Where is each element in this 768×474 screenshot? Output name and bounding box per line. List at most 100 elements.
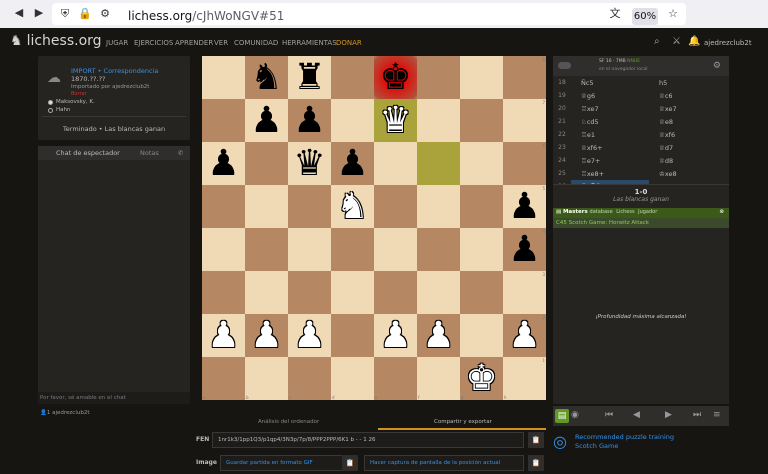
square-a3[interactable] — [202, 271, 245, 314]
menu-icon[interactable]: ≡ — [713, 410, 721, 420]
square-c8[interactable]: ♜ — [288, 56, 331, 99]
puzzle-subtitle[interactable]: Scotch Game — [575, 442, 618, 450]
square-h3[interactable]: 3 — [503, 271, 546, 314]
square-g1[interactable]: ♚ g — [460, 357, 503, 400]
square-c3[interactable] — [288, 271, 331, 314]
explorer-header[interactable]: ▤ Masters database Lichess Jugador ⊗ — [553, 208, 729, 218]
black-player-name[interactable]: Hahn — [56, 107, 70, 113]
chess-board[interactable]: ♞ ♜ ♚ 8 ♟ ♟ ♛ 7 ♟ ♛ ♟ 6 ♞ ♟ 5 ♟ 4 3 ♟ ♟ ♟ ♟ ♟ ♟ 2 a b c d e f ♚ g 1 h — [202, 56, 546, 400]
translate-icon[interactable]: 文 — [608, 7, 622, 21]
square-g3[interactable] — [460, 271, 503, 314]
square-e1[interactable]: e — [374, 357, 417, 400]
square-d3[interactable] — [331, 271, 374, 314]
bookmark-star-icon[interactable]: ☆ — [666, 7, 680, 21]
nav-play[interactable]: JUGAR — [106, 39, 128, 47]
notification-bell-icon[interactable]: 🔔 — [688, 36, 700, 47]
white-move[interactable]: ♖xe7 — [571, 105, 649, 113]
white-pawn-icon[interactable]: ♟ — [250, 314, 282, 357]
save-gif-button[interactable]: Guardar partida en formato GIF — [220, 455, 358, 471]
black-pawn-icon[interactable]: ♟ — [293, 99, 325, 142]
square-c1[interactable]: c — [288, 357, 331, 400]
square-b8[interactable]: ♞ — [245, 56, 288, 99]
tab-share-export[interactable]: Compartir y exportar — [434, 419, 492, 425]
black-move[interactable]: ♕xf6 — [649, 131, 727, 139]
square-d4[interactable] — [331, 228, 374, 271]
engine-toggle[interactable] — [558, 62, 571, 69]
white-pawn-icon[interactable]: ♟ — [207, 314, 239, 357]
black-king-icon[interactable]: ♚ — [379, 56, 411, 99]
url-bar[interactable]: ⛨ 🔒 ⚙ lichess.org/cJhWoNGV#51 文 60% ☆ — [52, 3, 686, 25]
shield-icon[interactable]: ⛨ — [58, 7, 72, 21]
nav-donate[interactable]: DONAR — [336, 39, 362, 47]
black-move[interactable]: ♕xe7 — [649, 105, 727, 113]
square-h2[interactable]: ♟ 2 — [503, 314, 546, 357]
explorer-lichess[interactable]: Lichess — [616, 209, 634, 215]
white-pawn-icon[interactable]: ♟ — [293, 314, 325, 357]
square-g4[interactable] — [460, 228, 503, 271]
site-logo[interactable]: ♞ lichess.org — [10, 33, 102, 49]
black-knight-icon[interactable]: ♞ — [250, 56, 282, 99]
black-move[interactable]: ♕d8 — [649, 157, 727, 165]
practice-icon[interactable]: ◉ — [571, 410, 579, 420]
nav-tools[interactable]: HERRAMIENTAS — [282, 39, 337, 47]
white-pawn-icon[interactable]: ♟ — [422, 314, 454, 357]
square-f5[interactable] — [417, 185, 460, 228]
tab-spectator-chat[interactable]: Chat de espectador — [56, 149, 120, 157]
square-b3[interactable] — [245, 271, 288, 314]
permissions-icon[interactable]: ⚙ — [98, 7, 112, 21]
square-a7[interactable] — [202, 99, 245, 142]
nav-community[interactable]: COMUNIDAD — [234, 39, 278, 47]
nav-watch[interactable]: VER — [214, 39, 228, 47]
square-e8[interactable]: ♚ — [374, 56, 417, 99]
square-f8[interactable] — [417, 56, 460, 99]
square-f7[interactable] — [417, 99, 460, 142]
black-rook-icon[interactable]: ♜ — [293, 56, 325, 99]
square-h8[interactable]: 8 — [503, 56, 546, 99]
square-g5[interactable] — [460, 185, 503, 228]
last-move-icon[interactable]: ⏭ — [693, 410, 701, 420]
square-e2[interactable]: ♟ — [374, 314, 417, 357]
game-type[interactable]: IMPORT • Correspondencia — [71, 67, 158, 75]
white-king-icon[interactable]: ♚ — [465, 357, 497, 400]
square-c4[interactable] — [288, 228, 331, 271]
square-e6[interactable] — [374, 142, 417, 185]
puzzle-title[interactable]: Recommended puzzle training — [575, 433, 674, 441]
white-move[interactable]: ♘cd5 — [571, 118, 649, 126]
white-knight-icon[interactable]: ♞ — [336, 185, 368, 228]
square-d6[interactable]: ♟ — [331, 142, 374, 185]
phone-icon[interactable]: ✆ — [178, 149, 183, 157]
square-g8[interactable] — [460, 56, 503, 99]
tab-notes[interactable]: Notas — [140, 149, 159, 157]
back-icon[interactable]: ◀ — [12, 6, 26, 20]
square-g6[interactable] — [460, 142, 503, 185]
screenshot-copy-button[interactable]: 📋 — [528, 455, 544, 471]
explorer-masters[interactable]: Masters — [563, 209, 588, 215]
white-move[interactable]: ♖e1 — [571, 131, 649, 139]
forward-icon[interactable]: ▶ — [32, 6, 46, 20]
square-f6[interactable] — [417, 142, 460, 185]
square-a8[interactable] — [202, 56, 245, 99]
square-d7[interactable] — [331, 99, 374, 142]
square-g7[interactable] — [460, 99, 503, 142]
screenshot-button[interactable]: Hacer captura de pantalla de la posición… — [364, 455, 524, 471]
close-icon[interactable]: ⊗ — [719, 209, 724, 215]
explorer-book-icon[interactable]: ▤ — [555, 409, 569, 423]
prev-move-icon[interactable]: ◀ — [633, 410, 640, 420]
square-f3[interactable] — [417, 271, 460, 314]
square-c5[interactable] — [288, 185, 331, 228]
opening-name[interactable]: C45 Scotch Game: Horwitz Attack — [553, 218, 729, 228]
puzzle-recommendation[interactable]: ◎ Recommended puzzle training Scotch Gam… — [553, 430, 729, 456]
square-h6[interactable]: 6 — [503, 142, 546, 185]
tab-computer-analysis[interactable]: Análisis del ordenador — [258, 419, 319, 425]
first-move-icon[interactable]: ⏮ — [605, 410, 613, 420]
search-icon[interactable]: ⌕ — [654, 36, 660, 47]
black-pawn-icon[interactable]: ♟ — [508, 228, 540, 271]
challenge-icon[interactable]: ⚔ — [672, 36, 681, 47]
explorer-player[interactable]: Jugador — [638, 209, 657, 215]
square-h5[interactable]: ♟ 5 — [503, 185, 546, 228]
square-h7[interactable]: 7 — [503, 99, 546, 142]
white-player[interactable]: Maksovsky, K. — [48, 99, 95, 105]
square-d1[interactable]: d — [331, 357, 374, 400]
square-d2[interactable] — [331, 314, 374, 357]
white-pawn-icon[interactable]: ♟ — [379, 314, 411, 357]
